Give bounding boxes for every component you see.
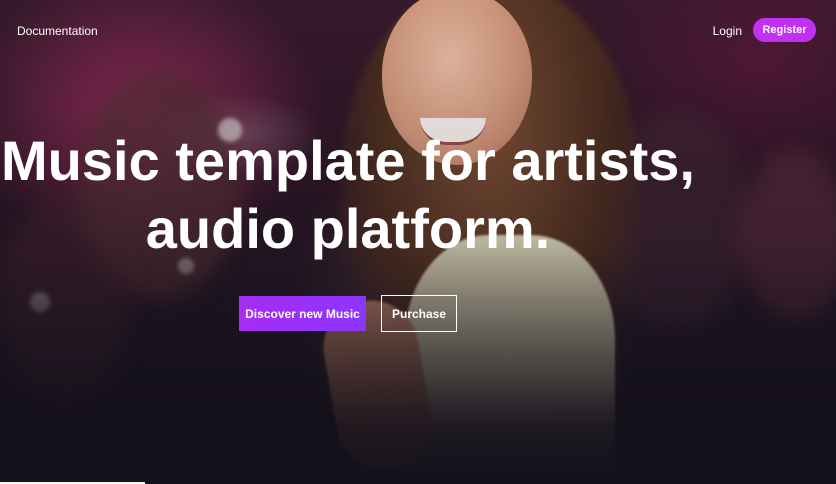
purchase-button[interactable]: Purchase: [381, 295, 457, 332]
hero-headline-line-2: audio platform.: [145, 197, 551, 260]
register-button[interactable]: Register: [753, 18, 816, 42]
login-link[interactable]: Login: [713, 24, 742, 38]
hero-section: Documentation Login Register Music templ…: [0, 0, 836, 484]
hero-headline: Music template for artists, audio platfo…: [0, 127, 696, 263]
documentation-link[interactable]: Documentation: [17, 24, 98, 38]
discover-music-button[interactable]: Discover new Music: [239, 296, 366, 331]
hero-headline-line-1: Music template for artists,: [1, 129, 695, 192]
